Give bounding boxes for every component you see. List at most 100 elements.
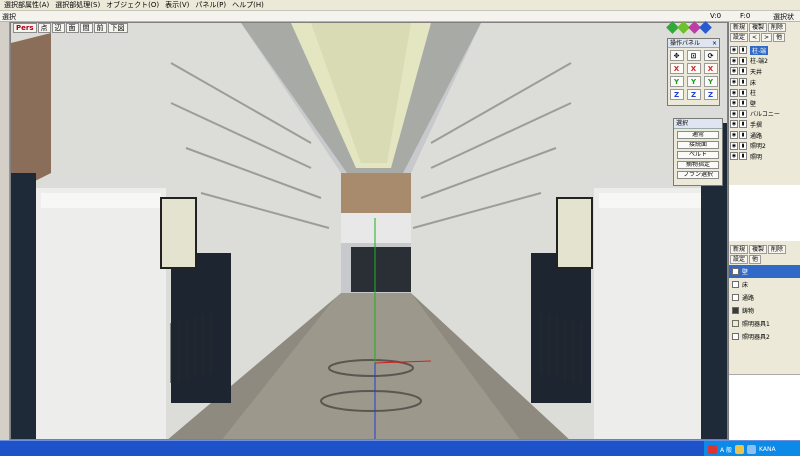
network-icon[interactable] [735, 444, 745, 454]
right-lantern [556, 197, 593, 269]
object-list: ◉ ▮ 柱-端 ◉ ▮ 柱-端2 ◉ ▮ 天井 ◉ ▮ 床 ◉ ▮ 柱 ◉ ▮ 壁 ◉ ▮ バルコニー ◉ ▮… [729, 45, 800, 162]
underlay-button[interactable]: 下図 [107, 23, 128, 33]
operation-panel-title: 操作パネル [670, 40, 701, 47]
object-row[interactable]: ◉ ▮ 手摺 [729, 119, 800, 130]
visibility-icon[interactable]: ◉ [730, 152, 738, 161]
lock-icon[interactable]: ▮ [739, 99, 747, 108]
material-new-button[interactable]: 新規 [730, 245, 749, 254]
object-row[interactable]: ◉ ▮ 柱-端2 [729, 56, 800, 67]
tray-clock: KANA [759, 445, 776, 453]
object-delete-button[interactable]: 削除 [768, 23, 787, 32]
material-row[interactable]: 照明器具2 [729, 330, 800, 343]
object-duplicate-button[interactable]: 複製 [749, 23, 768, 32]
select-normal-button[interactable]: 通常 [677, 131, 719, 139]
select-object-button[interactable]: 摘物指定 [677, 161, 719, 169]
object-label: 照明2 [750, 143, 766, 151]
visibility-icon[interactable]: ◉ [730, 141, 738, 150]
lock-icon[interactable]: ▮ [739, 78, 747, 87]
visibility-icon[interactable]: ◉ [730, 46, 738, 55]
3d-viewport[interactable] [10, 22, 728, 440]
material-label: 照明器具1 [742, 321, 770, 328]
face-mode-button[interactable]: 面 [65, 23, 79, 33]
rotate-y-button[interactable]: Y [703, 76, 718, 87]
app-tray-icon[interactable] [708, 444, 717, 454]
menu-item-object[interactable]: オブジェクト(O) [106, 0, 159, 10]
object-row[interactable]: ◉ ▮ 床 [729, 77, 800, 88]
scale-y-button[interactable]: Y [686, 76, 701, 87]
scale-x-button[interactable]: X [686, 63, 701, 74]
rotate-z-button[interactable]: Z [703, 89, 718, 100]
object-row[interactable]: ◉ ▮ 通路 [729, 130, 800, 141]
material-row[interactable]: 通路 [729, 291, 800, 304]
material-label: 通路 [742, 295, 755, 302]
menu-item-selected-attributes[interactable]: 選択部属性(A) [4, 0, 49, 10]
material-delete-button[interactable]: 削除 [768, 245, 787, 254]
material-row[interactable]: 壁 [729, 265, 800, 278]
material-row[interactable]: 鋳物 [729, 304, 800, 317]
select-plane-button[interactable]: プラン選択 [677, 171, 719, 179]
perspective-toggle[interactable]: Pers [13, 23, 37, 33]
object-row[interactable]: ◉ ▮ 柱-端 [729, 45, 800, 56]
visibility-icon[interactable]: ◉ [730, 109, 738, 118]
edge-mode-button[interactable]: 辺 [51, 23, 65, 33]
move-z-button[interactable]: Z [669, 89, 684, 100]
visibility-icon[interactable]: ◉ [730, 99, 738, 108]
material-row[interactable]: 照明器具1 [729, 317, 800, 330]
selection-panel: 選択 通常 接続面 ベルト 摘物指定 プラン選択 [673, 118, 723, 186]
object-row[interactable]: ◉ ▮ バルコニー [729, 109, 800, 120]
visibility-icon[interactable]: ◉ [730, 78, 738, 87]
status-line: 選択 V:0 F:0 選択状況 [0, 11, 800, 31]
lock-icon[interactable]: ▮ [739, 109, 747, 118]
between-button[interactable]: 間 [79, 23, 93, 33]
material-duplicate-button[interactable]: 複製 [749, 245, 768, 254]
select-connected-faces-button[interactable]: 接続面 [677, 141, 719, 149]
rotate-x-button[interactable]: X [703, 63, 718, 74]
object-row[interactable]: ◉ ▮ 壁 [729, 98, 800, 109]
visibility-icon[interactable]: ◉ [730, 88, 738, 97]
lock-icon[interactable]: ▮ [739, 131, 747, 140]
left-lantern [160, 197, 197, 269]
object-new-button[interactable]: 新規 [730, 23, 749, 32]
object-row[interactable]: ◉ ▮ 照明2 [729, 140, 800, 151]
ime-indicator[interactable]: A 般 [720, 445, 732, 454]
visibility-icon[interactable]: ◉ [730, 67, 738, 76]
object-other-button[interactable]: 他 [773, 33, 786, 42]
object-down-button[interactable]: > [761, 33, 773, 42]
close-icon[interactable]: × [712, 39, 717, 48]
material-row[interactable]: 床 [729, 278, 800, 291]
object-up-button[interactable]: < [749, 33, 761, 42]
menu-item-panel[interactable]: パネル(P) [195, 0, 226, 10]
select-belt-button[interactable]: ベルト [677, 151, 719, 159]
lock-icon[interactable]: ▮ [739, 88, 747, 97]
lock-icon[interactable]: ▮ [739, 152, 747, 161]
front-view-button[interactable]: 前 [93, 23, 107, 33]
object-row[interactable]: ◉ ▮ 照明 [729, 151, 800, 162]
object-label: 照明 [750, 153, 763, 161]
object-settings-button[interactable]: 設定 [730, 33, 749, 42]
menu-item-view[interactable]: 表示(V) [165, 0, 189, 10]
status-mode-label: 選択 [2, 13, 16, 21]
menu-item-help[interactable]: ヘルプ(H) [232, 0, 264, 10]
visibility-icon[interactable]: ◉ [730, 120, 738, 129]
move-y-button[interactable]: Y [669, 76, 684, 87]
move-icon[interactable]: ✥ [669, 50, 684, 61]
flag-icon[interactable] [699, 21, 712, 34]
material-settings-button[interactable]: 設定 [730, 255, 749, 264]
visibility-icon[interactable]: ◉ [730, 131, 738, 140]
lock-icon[interactable]: ▮ [739, 141, 747, 150]
vertex-mode-button[interactable]: 点 [37, 23, 51, 33]
lock-icon[interactable]: ▮ [739, 46, 747, 55]
visibility-icon[interactable]: ◉ [730, 56, 738, 65]
scale-z-button[interactable]: Z [686, 89, 701, 100]
volume-icon[interactable] [747, 444, 757, 454]
material-other-button[interactable]: 他 [749, 255, 762, 264]
rotate-icon[interactable]: ⟳ [703, 50, 718, 61]
lock-icon[interactable]: ▮ [739, 67, 747, 76]
lock-icon[interactable]: ▮ [739, 120, 747, 129]
object-row[interactable]: ◉ ▮ 柱 [729, 87, 800, 98]
menu-item-selected-processing[interactable]: 選択部処理(S) [55, 0, 100, 10]
object-row[interactable]: ◉ ▮ 天井 [729, 66, 800, 77]
move-x-button[interactable]: X [669, 63, 684, 74]
lock-icon[interactable]: ▮ [739, 56, 747, 65]
scale-icon[interactable]: ⊡ [686, 50, 701, 61]
